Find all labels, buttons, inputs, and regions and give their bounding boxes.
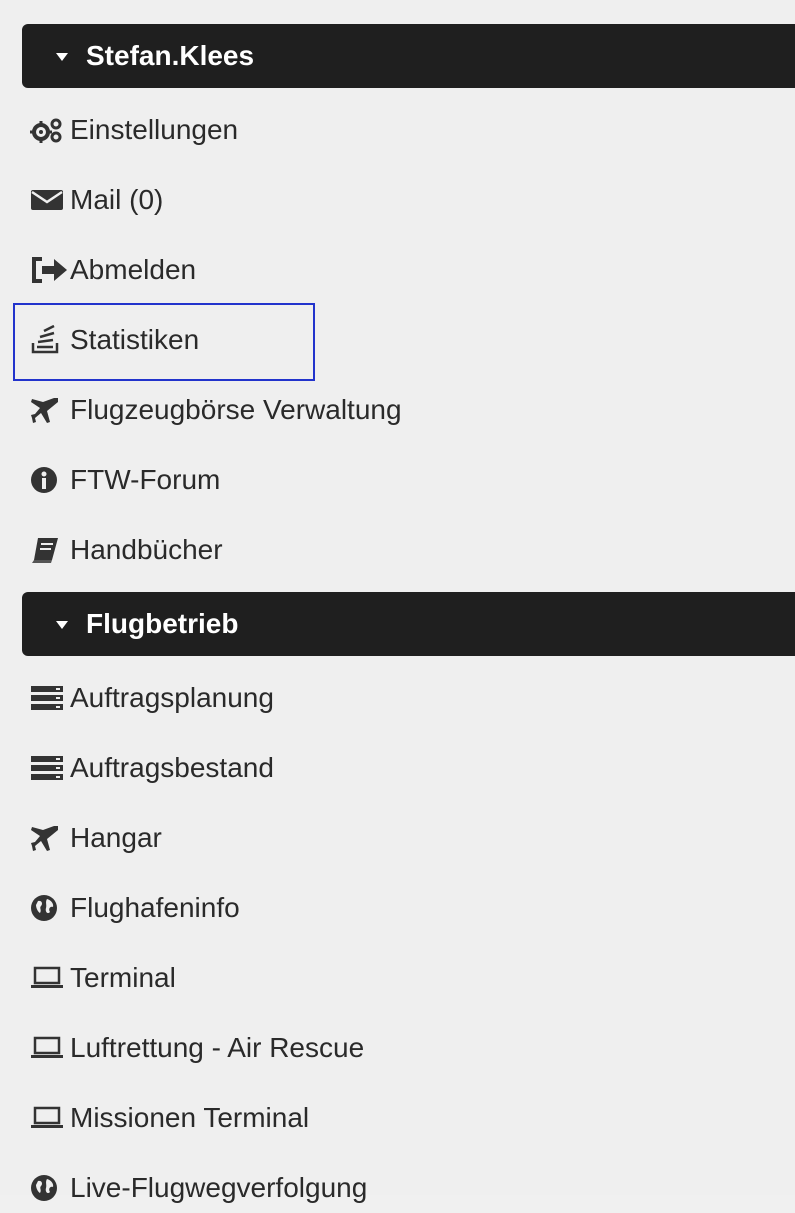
caret-down-icon: [56, 621, 68, 629]
menu-item-label: FTW-Forum: [70, 464, 221, 495]
stack-icon: [30, 324, 70, 356]
section-title: Flugbetrieb: [86, 608, 239, 639]
caret-down-icon: [56, 53, 68, 61]
server-icon: [30, 682, 70, 714]
menu-item-flughafeninfo[interactable]: Flughafeninfo: [30, 883, 240, 933]
section-title: Stefan.Klees: [86, 40, 255, 71]
menu-item-label: Auftragsplanung: [70, 682, 274, 713]
menu-item-handbuecher[interactable]: Handbücher: [30, 525, 223, 575]
laptop-icon: [30, 1032, 70, 1064]
menu-item-label: Flughafeninfo: [70, 892, 240, 923]
menu-item-label: Auftragsbestand: [70, 752, 274, 783]
section-header-flugbetrieb[interactable]: Flugbetrieb: [22, 592, 795, 656]
menu-item-label: Missionen Terminal: [70, 1102, 310, 1133]
menu-item-terminal[interactable]: Terminal: [30, 953, 176, 1003]
sidebar-menu: Stefan.Klees Einstellungen Mail (0) Abme…: [0, 0, 795, 1203]
section-header-user[interactable]: Stefan.Klees: [22, 24, 795, 88]
menu-item-label: Luftrettung - Air Rescue: [70, 1032, 365, 1063]
menu-item-auftragsbestand[interactable]: Auftragsbestand: [30, 743, 274, 793]
menu-item-mail[interactable]: Mail (0): [30, 175, 163, 225]
menu-item-hangar[interactable]: Hangar: [30, 813, 162, 863]
menu-item-label: Live-Flugwegverfolgung: [70, 1172, 368, 1203]
menu-item-auftragsplanung[interactable]: Auftragsplanung: [30, 673, 274, 723]
menu-item-label: Mail (0): [70, 184, 164, 215]
info-icon: [30, 464, 70, 496]
menu-item-missionen-terminal[interactable]: Missionen Terminal: [30, 1093, 309, 1143]
menu-item-einstellungen[interactable]: Einstellungen: [30, 105, 238, 155]
laptop-icon: [30, 962, 70, 994]
menu-item-label: Einstellungen: [70, 114, 239, 145]
book-icon: [30, 534, 70, 566]
server-icon: [30, 752, 70, 784]
plane-icon: [30, 394, 70, 426]
envelope-icon: [30, 184, 70, 216]
menu-item-luftrettung[interactable]: Luftrettung - Air Rescue: [30, 1023, 364, 1073]
menu-item-live-flugwegverfolgung[interactable]: Live-Flugwegverfolgung: [30, 1163, 367, 1213]
menu-item-ftw-forum[interactable]: FTW-Forum: [30, 455, 220, 505]
sign-out-icon: [30, 254, 70, 286]
plane-icon: [30, 822, 70, 854]
menu-item-flugzeugboerse[interactable]: Flugzeugbörse Verwaltung: [30, 385, 402, 435]
menu-item-abmelden[interactable]: Abmelden: [30, 245, 196, 295]
menu-item-label: Flugzeugbörse Verwaltung: [70, 394, 402, 425]
menu-item-label: Hangar: [70, 822, 162, 853]
menu-item-label: Statistiken: [70, 324, 200, 355]
laptop-icon: [30, 1102, 70, 1134]
menu-item-label: Terminal: [70, 962, 176, 993]
globe-icon: [30, 892, 70, 924]
menu-item-label: Abmelden: [70, 254, 197, 285]
menu-item-statistiken[interactable]: Statistiken: [30, 315, 199, 365]
globe-icon: [30, 1172, 70, 1204]
menu-item-label: Handbücher: [70, 534, 223, 565]
cogs-icon: [30, 114, 70, 146]
